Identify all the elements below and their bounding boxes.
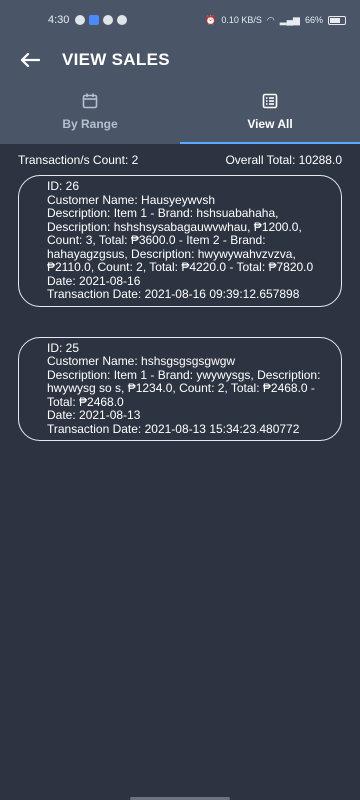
- transaction-id: ID: 25: [47, 340, 80, 355]
- tab-bar: By Range View All: [0, 80, 360, 144]
- tab-by-range[interactable]: By Range: [0, 80, 180, 144]
- tab-label: By Range: [62, 117, 118, 131]
- alarm-icon: ⏰: [205, 14, 217, 25]
- app-bar: VIEW SALES: [0, 40, 360, 80]
- transaction-card[interactable]: ID: 25 Customer Name: hshsgsgsgsgwgw Des…: [18, 336, 342, 441]
- battery-icon: [328, 15, 346, 25]
- transaction-date-short: Date: 2021-08-16: [47, 273, 141, 288]
- messenger-icon: [75, 15, 86, 25]
- wifi-icon: ◠: [266, 14, 275, 25]
- page-title: VIEW SALES: [62, 50, 170, 69]
- transaction-date-short: Date: 2021-08-13: [47, 408, 141, 422]
- tab-view-all[interactable]: View All: [180, 80, 360, 144]
- overall-total: Overall Total: 10288.0: [225, 153, 342, 167]
- status-bar: 4:30 ⏰ 0.10 KB/S ◠ ▂▄▆ 66%: [0, 0, 360, 40]
- tab-label: View All: [247, 117, 293, 131]
- app-icon-2: [117, 15, 128, 25]
- transaction-description: Description: Item 1 - Brand: hshsuabahah…: [47, 206, 314, 274]
- app-icon: [103, 15, 114, 25]
- transaction-card[interactable]: ID: 26 Customer Name: Hausyeywvsh Descri…: [18, 175, 342, 307]
- transaction-id: ID: 26: [47, 179, 80, 193]
- summary-row: Transaction/s Count: 2 Overall Total: 10…: [0, 144, 360, 167]
- signal-icon: ▂▄▆: [279, 14, 300, 25]
- notification-icons: [75, 15, 128, 25]
- customer-name: Customer Name: hshsgsgsgsgwgw: [47, 354, 236, 368]
- transaction-timestamp: Transaction Date: 2021-08-16 09:39:12.65…: [47, 287, 300, 301]
- arrow-left-icon: [20, 52, 40, 68]
- customer-name: Customer Name: Hausyeywvsh: [47, 192, 216, 207]
- status-right: ⏰ 0.10 KB/S ◠ ▂▄▆ 66%: [205, 15, 346, 26]
- network-speed: 0.10 KB/S: [221, 15, 262, 25]
- transaction-description: Description: Item 1 - Brand: ywywysgs, D…: [47, 367, 321, 409]
- battery-percent: 66%: [304, 15, 323, 25]
- status-time: 4:30: [48, 14, 70, 26]
- back-button[interactable]: [16, 46, 44, 74]
- transaction-timestamp: Transaction Date: 2021-08-13 15:34:23.48…: [47, 421, 300, 436]
- app-notification-icon: [89, 15, 100, 25]
- calendar-icon: [82, 93, 98, 109]
- list-icon: [262, 93, 278, 109]
- transaction-count: Transaction/s Count: 2: [18, 153, 139, 167]
